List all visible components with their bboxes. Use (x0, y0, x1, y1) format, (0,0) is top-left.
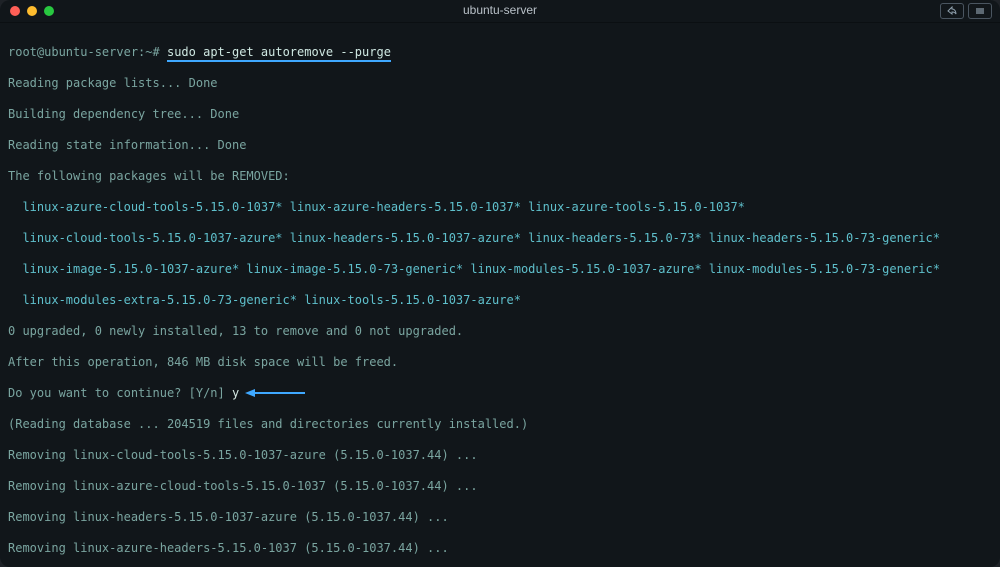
share-icon[interactable] (940, 3, 964, 19)
terminal-output[interactable]: root@ubuntu-server:~# sudo apt-get autor… (0, 23, 1000, 567)
prompt-user: root@ubuntu-server (8, 45, 138, 59)
package-line: linux-modules-extra-5.15.0-73-generic* l… (8, 293, 992, 309)
prompt-line: root@ubuntu-server:~# sudo apt-get autor… (8, 45, 992, 61)
window-title: ubuntu-server (0, 3, 1000, 19)
package-line: linux-azure-cloud-tools-5.15.0-1037* lin… (8, 200, 992, 216)
output-line: Building dependency tree... Done (8, 107, 992, 123)
package-line: linux-cloud-tools-5.15.0-1037-azure* lin… (8, 231, 992, 247)
terminal-window: ubuntu-server root@ubuntu-server:~# sudo… (0, 0, 1000, 567)
output-line: (Reading database ... 204519 files and d… (8, 417, 992, 433)
output-line: Removing linux-azure-headers-5.15.0-1037… (8, 541, 992, 557)
output-line: Removing linux-azure-cloud-tools-5.15.0-… (8, 479, 992, 495)
menu-icon[interactable] (968, 3, 992, 19)
prompt-path: :~# (138, 45, 160, 59)
output-line: 0 upgraded, 0 newly installed, 13 to rem… (8, 324, 992, 340)
zoom-icon[interactable] (44, 6, 54, 16)
close-icon[interactable] (10, 6, 20, 16)
confirm-answer: y (232, 386, 239, 400)
titlebar: ubuntu-server (0, 0, 1000, 23)
output-line: The following packages will be REMOVED: (8, 169, 992, 185)
output-line: Reading package lists... Done (8, 76, 992, 92)
package-line: linux-image-5.15.0-1037-azure* linux-ima… (8, 262, 992, 278)
minimize-icon[interactable] (27, 6, 37, 16)
output-line: After this operation, 846 MB disk space … (8, 355, 992, 371)
output-line: Reading state information... Done (8, 138, 992, 154)
confirm-line: Do you want to continue? [Y/n] y (8, 386, 992, 402)
titlebar-actions (940, 3, 992, 19)
command-text: sudo apt-get autoremove --purge (167, 45, 391, 62)
output-line: Removing linux-cloud-tools-5.15.0-1037-a… (8, 448, 992, 464)
annotation-arrow-icon (245, 388, 305, 398)
traffic-lights (0, 6, 54, 16)
output-line: Removing linux-headers-5.15.0-1037-azure… (8, 510, 992, 526)
confirm-question: Do you want to continue? [Y/n] (8, 386, 232, 400)
